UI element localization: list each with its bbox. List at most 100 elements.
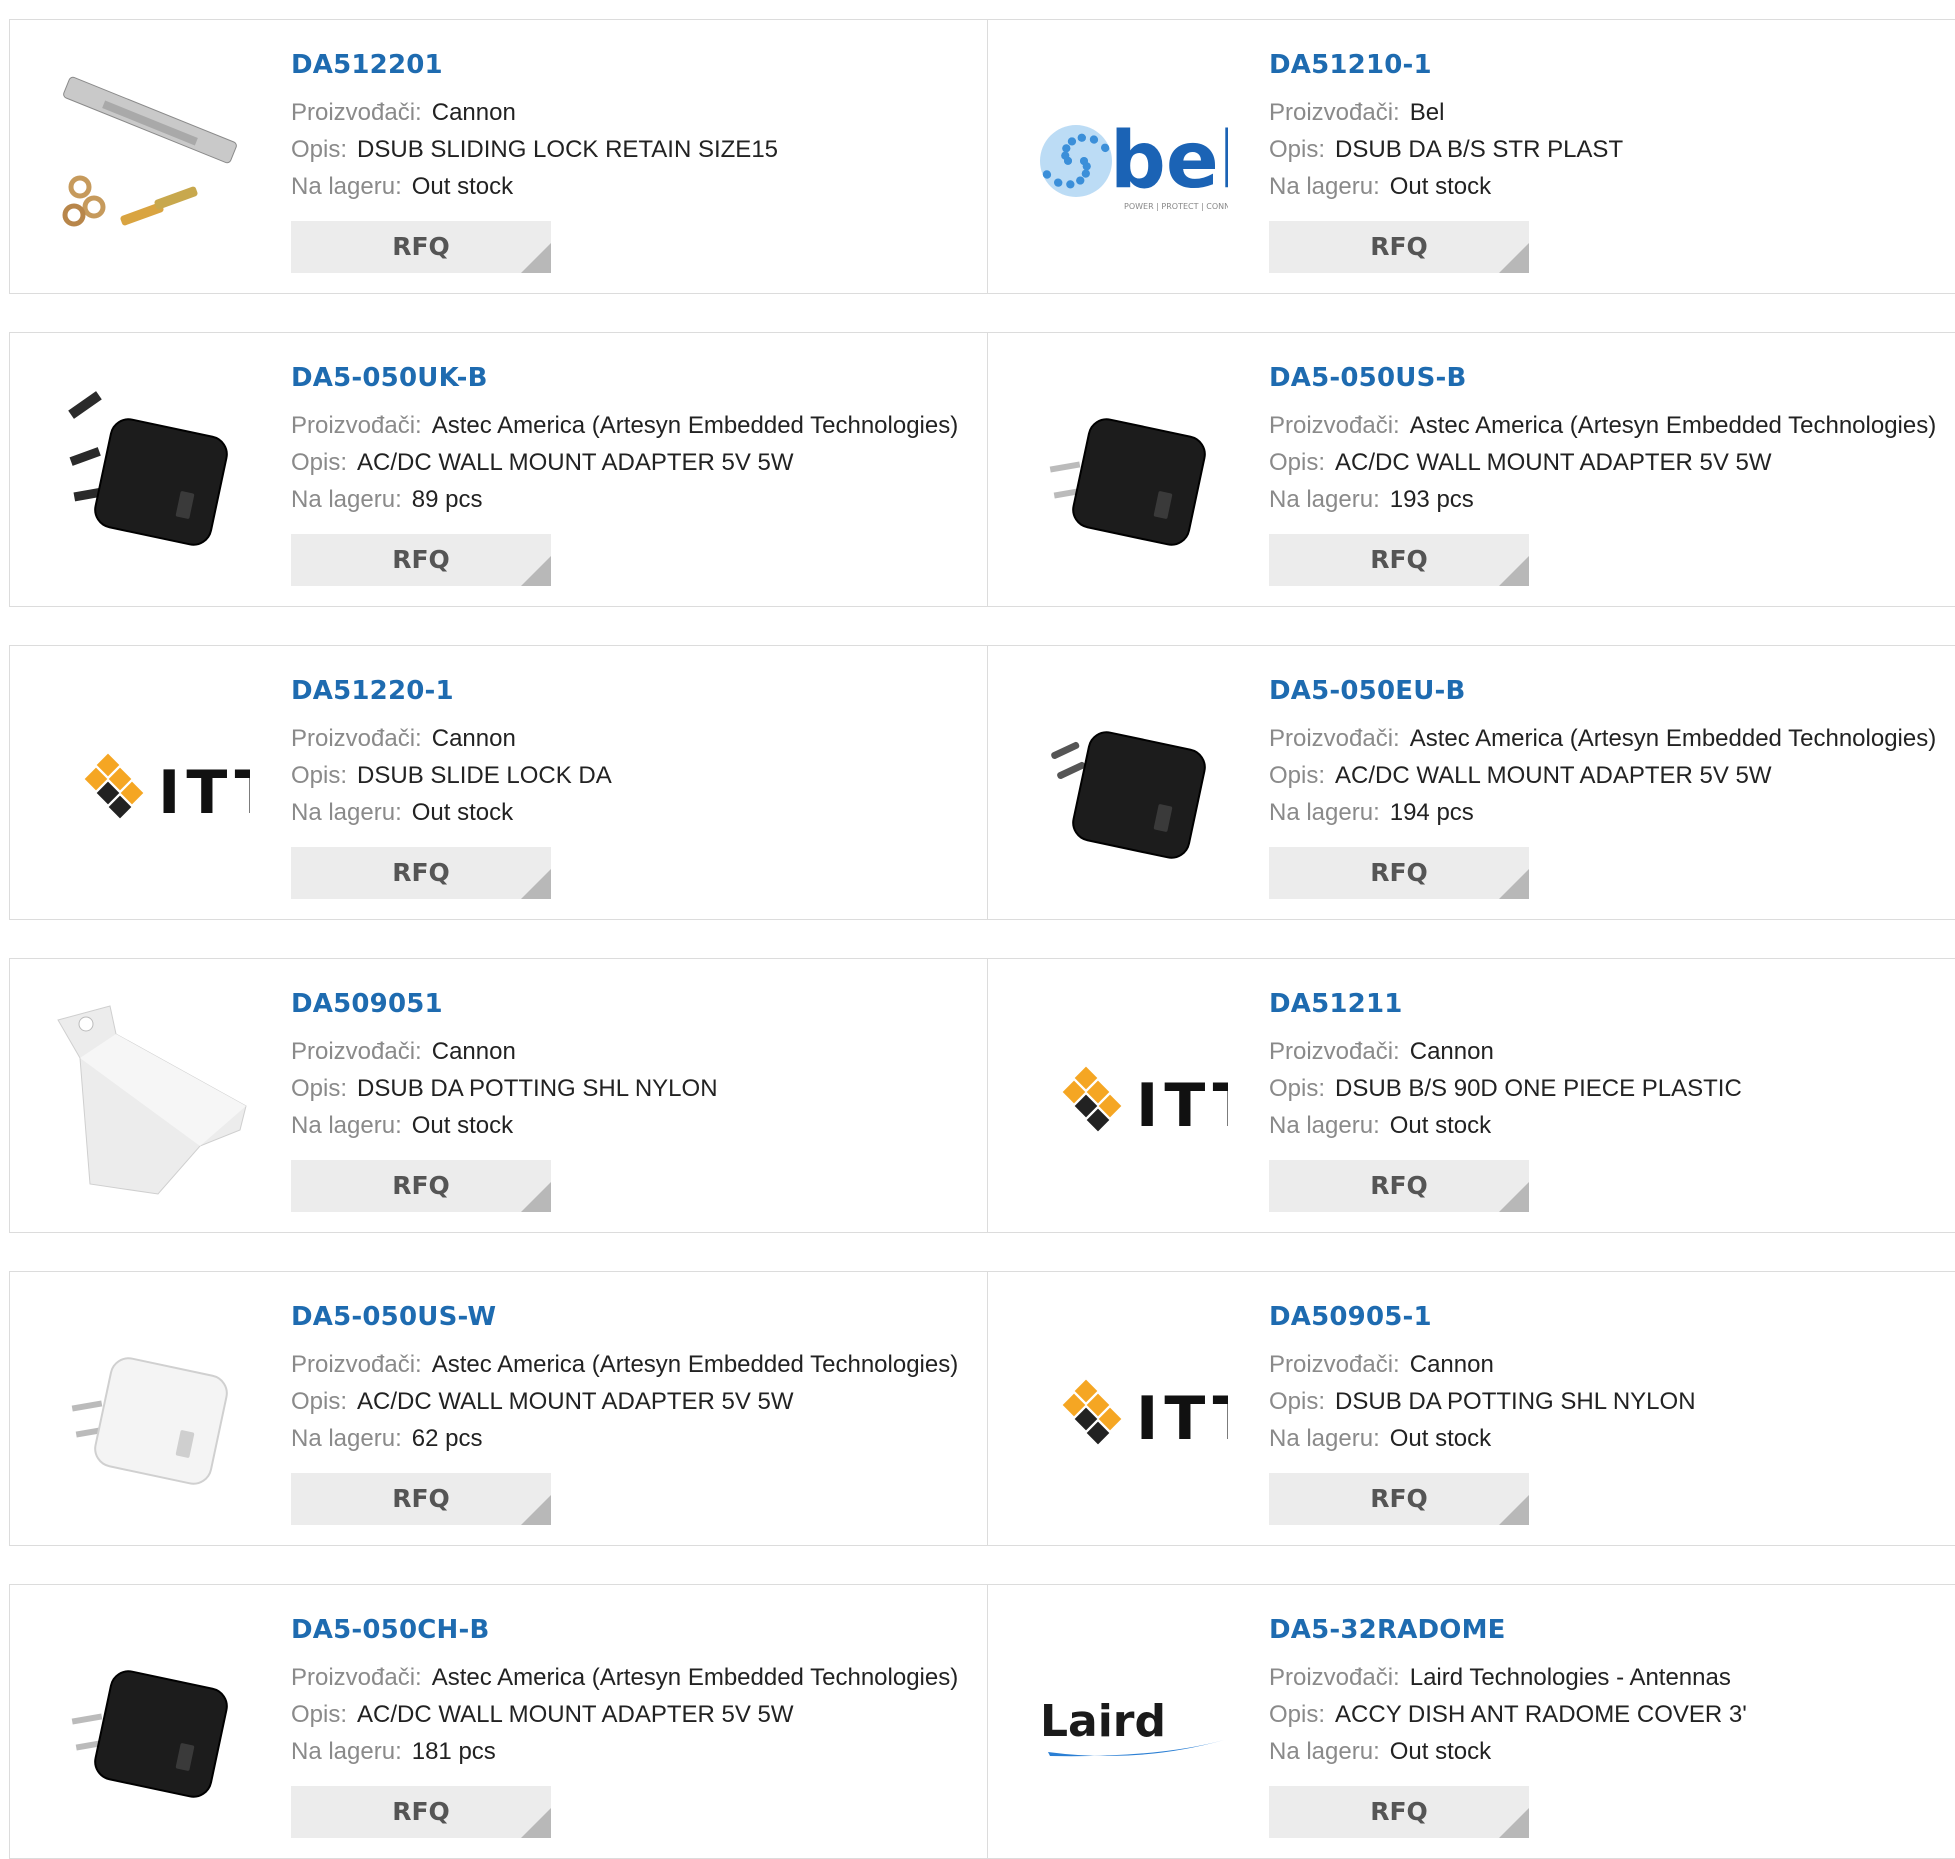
stock-value: Out stock: [1389, 1738, 1492, 1765]
manufacturer-line: Proizvođači: Laird Technologies - Antenna…: [1269, 1659, 1747, 1696]
itt-logo[interactable]: ITT: [50, 685, 250, 885]
laird-logo-text: Laird: [1040, 1696, 1166, 1747]
manufacturer-label: Proizvođači:: [1269, 412, 1400, 439]
rfq-button[interactable]: RFQ: [1269, 534, 1529, 586]
part-number-link[interactable]: DA51220-1: [291, 676, 612, 706]
stock-value: Out stock: [411, 799, 514, 826]
potting-shell-photo[interactable]: [50, 998, 250, 1198]
description-line: Opis: DSUB DA B/S STR PLAST: [1269, 131, 1623, 168]
bel-logo[interactable]: belPOWER | PROTECT | CONNECT: [1028, 59, 1228, 259]
itt-logo[interactable]: ITT: [1028, 1311, 1228, 1511]
itt-logo-text: ITT: [1136, 1384, 1228, 1454]
stock-label: Na lageru:: [291, 1425, 402, 1452]
rfq-button[interactable]: RFQ: [1269, 847, 1529, 899]
product-card: ITT DA50905-1 Proizvođači: Cannon Opis: DSUB …: [987, 1271, 1955, 1546]
description-label: Opis:: [291, 1075, 348, 1102]
stock-value: Out stock: [411, 173, 514, 200]
manufacturer-line: Proizvođači: Astec America (Artesyn Embed…: [1269, 720, 1936, 757]
product-card: ITT DA51220-1 Proizvođači: Cannon Opis: DSUB …: [9, 645, 988, 920]
part-number-link[interactable]: DA50905-1: [1269, 1302, 1696, 1332]
rfq-button[interactable]: RFQ: [291, 847, 551, 899]
rfq-label: RFQ: [392, 545, 450, 574]
manufacturer-label: Proizvođači:: [1269, 1351, 1400, 1378]
uk-adapter-black-photo[interactable]: [50, 372, 250, 572]
eu-adapter-black-photo[interactable]: [1028, 685, 1228, 885]
rfq-button[interactable]: RFQ: [291, 1786, 551, 1838]
stock-label: Na lageru:: [1269, 799, 1380, 826]
description-value: AC/DC WALL MOUNT ADAPTER 5V 5W: [1335, 762, 1772, 789]
itt-logo[interactable]: ITT: [1028, 998, 1228, 1198]
rfq-label: RFQ: [392, 232, 450, 261]
rfq-button[interactable]: RFQ: [1269, 1473, 1529, 1525]
rfq-button[interactable]: RFQ: [291, 1473, 551, 1525]
part-number-link[interactable]: DA5-050EU-B: [1269, 676, 1936, 706]
rfq-button[interactable]: RFQ: [291, 221, 551, 273]
rfq-label: RFQ: [392, 858, 450, 887]
stock-line: Na lageru: 89 pcs: [291, 481, 958, 518]
part-number-link[interactable]: DA5-050UK-B: [291, 363, 958, 393]
description-label: Opis:: [291, 762, 348, 789]
manufacturer-value: Astec America (Artesyn Embedded Technolo…: [431, 1351, 959, 1378]
description-value: DSUB B/S 90D ONE PIECE PLASTIC: [1335, 1075, 1742, 1102]
part-number-link[interactable]: DA512201: [291, 50, 778, 80]
part-number-link[interactable]: DA5-32RADOME: [1269, 1615, 1747, 1645]
rfq-button[interactable]: RFQ: [291, 534, 551, 586]
bel-logo-tagline: POWER | PROTECT | CONNECT: [1124, 202, 1228, 211]
part-number-link[interactable]: DA51210-1: [1269, 50, 1623, 80]
description-line: Opis: DSUB DA POTTING SHL NYLON: [1269, 1383, 1696, 1420]
rfq-label: RFQ: [392, 1484, 450, 1513]
part-number-link[interactable]: DA5-050CH-B: [291, 1615, 958, 1645]
rfq-button[interactable]: RFQ: [1269, 1786, 1529, 1838]
product-row: ITT DA51220-1 Proizvođači: Cannon Opis: DSUB …: [9, 645, 1955, 920]
stock-label: Na lageru:: [1269, 1738, 1380, 1765]
manufacturer-label: Proizvođači:: [1269, 99, 1400, 126]
corner-triangle-icon: [1499, 1495, 1529, 1525]
manufacturer-value: Laird Technologies - Antennas: [1409, 1664, 1731, 1691]
stock-line: Na lageru: Out stock: [291, 794, 612, 831]
corner-triangle-icon: [521, 869, 551, 899]
corner-triangle-icon: [1499, 556, 1529, 586]
stock-line: Na lageru: Out stock: [1269, 1107, 1742, 1144]
part-number-link[interactable]: DA509051: [291, 989, 718, 1019]
corner-triangle-icon: [1499, 869, 1529, 899]
rfq-button[interactable]: RFQ: [1269, 1160, 1529, 1212]
part-number-link[interactable]: DA5-050US-B: [1269, 363, 1936, 393]
corner-triangle-icon: [1499, 243, 1529, 273]
description-label: Opis:: [291, 136, 348, 163]
us-adapter-black-photo[interactable]: [1028, 372, 1228, 572]
product-row: DA5-050US-W Proizvođači: Astec America (Ar…: [9, 1271, 1955, 1546]
rfq-label: RFQ: [1370, 232, 1428, 261]
rfq-button[interactable]: RFQ: [291, 1160, 551, 1212]
rfq-label: RFQ: [1370, 545, 1428, 574]
description-value: AC/DC WALL MOUNT ADAPTER 5V 5W: [357, 1701, 794, 1728]
description-value: DSUB DA POTTING SHL NYLON: [1335, 1388, 1696, 1415]
manufacturer-line: Proizvođači: Astec America (Artesyn Embed…: [291, 1659, 958, 1696]
corner-triangle-icon: [1499, 1182, 1529, 1212]
manufacturer-label: Proizvođači:: [291, 1038, 422, 1065]
stock-line: Na lageru: 181 pcs: [291, 1733, 958, 1770]
sliding-lock-hardware-photo[interactable]: [50, 59, 250, 259]
laird-logo[interactable]: Laird: [1028, 1624, 1228, 1824]
stock-label: Na lageru:: [291, 1738, 402, 1765]
product-card: DA512201 Proizvođači: Cannon Opis: DSUB SLID…: [9, 19, 988, 294]
description-value: DSUB SLIDE LOCK DA: [357, 762, 612, 789]
stock-value: 181 pcs: [411, 1738, 496, 1765]
part-number-link[interactable]: DA51211: [1269, 989, 1742, 1019]
description-label: Opis:: [291, 1701, 348, 1728]
us-adapter-white-photo[interactable]: [50, 1311, 250, 1511]
product-row: DA5-050UK-B Proizvođači: Astec America (Ar…: [9, 332, 1955, 607]
description-line: Opis: DSUB SLIDE LOCK DA: [291, 757, 612, 794]
manufacturer-line: Proizvođači: Bel: [1269, 94, 1623, 131]
stock-value: 89 pcs: [411, 486, 483, 513]
description-line: Opis: DSUB DA POTTING SHL NYLON: [291, 1070, 718, 1107]
rfq-button[interactable]: RFQ: [1269, 221, 1529, 273]
stock-value: 193 pcs: [1389, 486, 1474, 513]
ch-adapter-black-photo[interactable]: [50, 1624, 250, 1824]
product-grid: DA512201 Proizvođači: Cannon Opis: DSUB SLID…: [0, 0, 1955, 1859]
manufacturer-value: Cannon: [431, 99, 516, 126]
description-value: DSUB DA POTTING SHL NYLON: [357, 1075, 718, 1102]
part-number-link[interactable]: DA5-050US-W: [291, 1302, 958, 1332]
description-label: Opis:: [291, 1388, 348, 1415]
manufacturer-value: Astec America (Artesyn Embedded Technolo…: [431, 412, 959, 439]
description-line: Opis: DSUB SLIDING LOCK RETAIN SIZE15: [291, 131, 778, 168]
